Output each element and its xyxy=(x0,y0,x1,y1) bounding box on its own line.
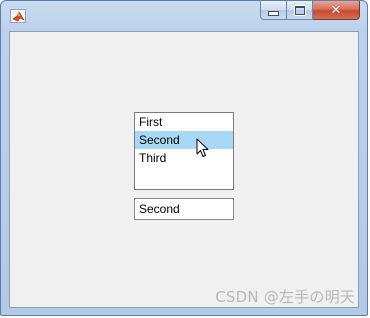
maximize-icon xyxy=(287,1,312,19)
close-icon: ✕ xyxy=(330,2,342,18)
figure-client-area: First Second Third Second xyxy=(9,31,359,308)
figure-window: ✕ First Second Third Second CSDN @左手の明天 xyxy=(0,0,368,316)
list-item-first[interactable]: First xyxy=(135,113,233,131)
list-item-second[interactable]: Second xyxy=(135,131,233,149)
close-button[interactable]: ✕ xyxy=(313,1,360,20)
minimize-button[interactable] xyxy=(260,1,287,20)
window-controls: ✕ xyxy=(260,1,360,21)
minimize-icon xyxy=(261,1,286,19)
watermark: CSDN @左手の明天 xyxy=(215,288,355,306)
selected-value-field[interactable]: Second xyxy=(134,198,234,220)
listbox[interactable]: First Second Third xyxy=(134,112,234,190)
title-bar[interactable]: ✕ xyxy=(1,1,367,31)
matlab-logo-icon[interactable] xyxy=(10,9,26,23)
maximize-button[interactable] xyxy=(287,1,313,20)
mouse-pointer-icon xyxy=(196,138,209,157)
list-item-third[interactable]: Third xyxy=(135,149,233,167)
